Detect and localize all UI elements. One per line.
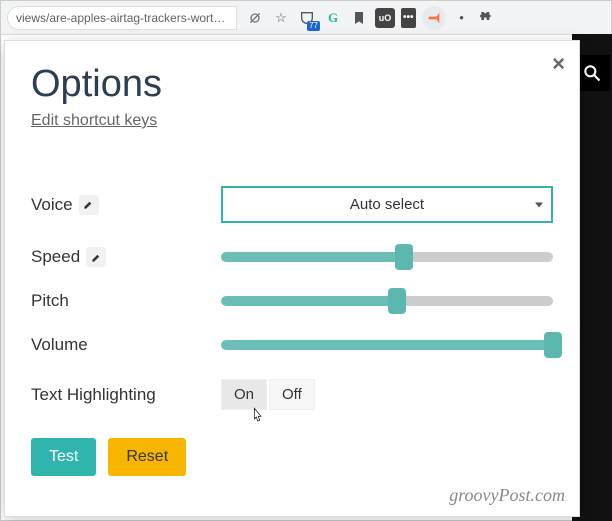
- edit-shortcuts-link[interactable]: Edit shortcut keys: [31, 112, 157, 130]
- pitch-thumb[interactable]: [388, 288, 406, 314]
- highlight-toggle-col: On Off: [221, 379, 553, 410]
- pitch-label-col: Pitch: [31, 291, 221, 311]
- speed-slider-col: [221, 250, 553, 264]
- pitch-label: Pitch: [31, 291, 69, 311]
- extension-icons: ☆ G uO ••• •: [245, 6, 498, 30]
- no-track-icon[interactable]: [245, 8, 265, 28]
- volume-label: Volume: [31, 335, 88, 355]
- action-row: Test Reset: [31, 438, 553, 476]
- pocket-icon[interactable]: [297, 8, 317, 28]
- voice-label: Voice: [31, 195, 73, 215]
- voice-select-wrap: Auto select: [221, 186, 553, 223]
- test-button[interactable]: Test: [31, 438, 96, 476]
- bullet-icon[interactable]: •: [452, 8, 472, 28]
- volume-thumb[interactable]: [544, 332, 562, 358]
- row-pitch: Pitch: [31, 291, 553, 311]
- row-highlight: Text Highlighting On Off: [31, 379, 553, 410]
- row-volume: Volume: [31, 335, 553, 355]
- speed-thumb[interactable]: [395, 244, 413, 270]
- watermark: groovyPost.com: [449, 485, 565, 506]
- speed-label-col: Speed: [31, 247, 221, 267]
- speaker-icon[interactable]: [422, 6, 446, 30]
- highlight-label: Text Highlighting: [31, 385, 156, 405]
- voice-select[interactable]: Auto select: [221, 186, 553, 223]
- reset-button[interactable]: Reset: [108, 438, 186, 476]
- close-button[interactable]: ×: [552, 53, 565, 75]
- speed-slider[interactable]: [221, 250, 553, 264]
- browser-toolbar: views/are-apples-airtag-trackers-worth-i…: [1, 1, 611, 35]
- cursor-pointer-icon: [249, 407, 265, 427]
- ublock-icon[interactable]: uO: [375, 8, 395, 28]
- speed-label: Speed: [31, 247, 80, 267]
- grammarly-icon[interactable]: G: [323, 8, 343, 28]
- highlight-toggle-group: On Off: [221, 379, 553, 410]
- edit-voice-icon[interactable]: [79, 195, 99, 215]
- highlight-label-col: Text Highlighting: [31, 385, 221, 405]
- cookie-icon[interactable]: •••: [401, 8, 416, 28]
- voice-label-col: Voice: [31, 195, 221, 215]
- popup-title: Options: [31, 63, 553, 106]
- options-popup: × Options Edit shortcut keys Voice Auto …: [4, 40, 580, 517]
- puzzle-icon[interactable]: [478, 8, 498, 28]
- row-voice: Voice Auto select: [31, 186, 553, 223]
- highlight-off-button[interactable]: Off: [269, 379, 315, 410]
- highlight-on-button[interactable]: On: [221, 379, 267, 410]
- star-icon[interactable]: ☆: [271, 8, 291, 28]
- volume-slider[interactable]: [221, 338, 553, 352]
- edit-speed-icon[interactable]: [86, 247, 106, 267]
- pitch-slider-col: [221, 294, 553, 308]
- row-speed: Speed: [31, 247, 553, 267]
- volume-slider-col: [221, 338, 553, 352]
- bookmark-icon[interactable]: [349, 8, 369, 28]
- address-bar[interactable]: views/are-apples-airtag-trackers-worth-i…: [7, 6, 237, 30]
- pitch-slider[interactable]: [221, 294, 553, 308]
- volume-label-col: Volume: [31, 335, 221, 355]
